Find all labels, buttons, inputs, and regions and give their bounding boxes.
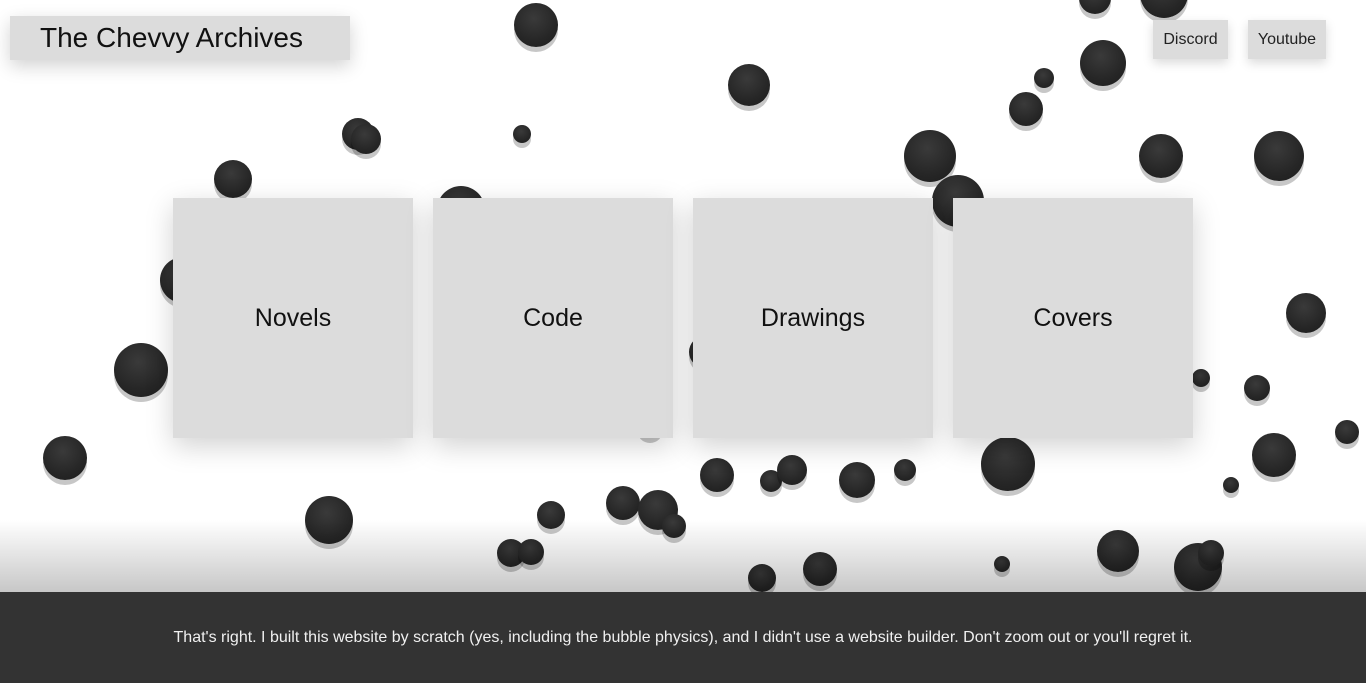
bubble (514, 3, 558, 47)
bubble (606, 486, 640, 520)
drawings-card[interactable]: Drawings (693, 198, 933, 438)
bubble (994, 556, 1010, 572)
bubble (894, 459, 916, 481)
bubble (1252, 433, 1296, 477)
bubble (748, 564, 776, 592)
bubble (904, 130, 956, 182)
bubble (1139, 134, 1183, 178)
bubble (114, 343, 168, 397)
bubble (803, 552, 837, 586)
youtube-button[interactable]: Youtube (1248, 20, 1326, 59)
bubble (513, 125, 531, 143)
bubble (351, 124, 381, 154)
site-title: The Chevvy Archives (40, 22, 303, 53)
bubble (700, 458, 734, 492)
bubble (1079, 0, 1111, 14)
bubble (1254, 131, 1304, 181)
discord-button[interactable]: Discord (1153, 20, 1228, 59)
novels-card[interactable]: Novels (173, 198, 413, 438)
footer-text: That's right. I built this website by sc… (173, 628, 1193, 646)
bubble (1034, 68, 1054, 88)
bubble (1192, 369, 1210, 387)
bubble (1286, 293, 1326, 333)
bubble (839, 462, 875, 498)
bubble (1335, 420, 1359, 444)
bubble (728, 64, 770, 106)
footer: That's right. I built this website by sc… (0, 592, 1366, 683)
bubble (662, 514, 686, 538)
bubble (1198, 540, 1224, 566)
bubble (1097, 530, 1139, 572)
bubble (777, 455, 807, 485)
code-card[interactable]: Code (433, 198, 673, 438)
bubble (305, 496, 353, 544)
bubble (1009, 92, 1043, 126)
bubble (1140, 0, 1188, 18)
bubble (43, 436, 87, 480)
covers-card[interactable]: Covers (953, 198, 1193, 438)
bubble (518, 539, 544, 565)
bubble (1080, 40, 1126, 86)
bubble (981, 437, 1035, 491)
bubble (214, 160, 252, 198)
site-title-box: The Chevvy Archives (10, 16, 350, 60)
bubble (1223, 477, 1239, 493)
bubble (1244, 375, 1270, 401)
bubble (537, 501, 565, 529)
